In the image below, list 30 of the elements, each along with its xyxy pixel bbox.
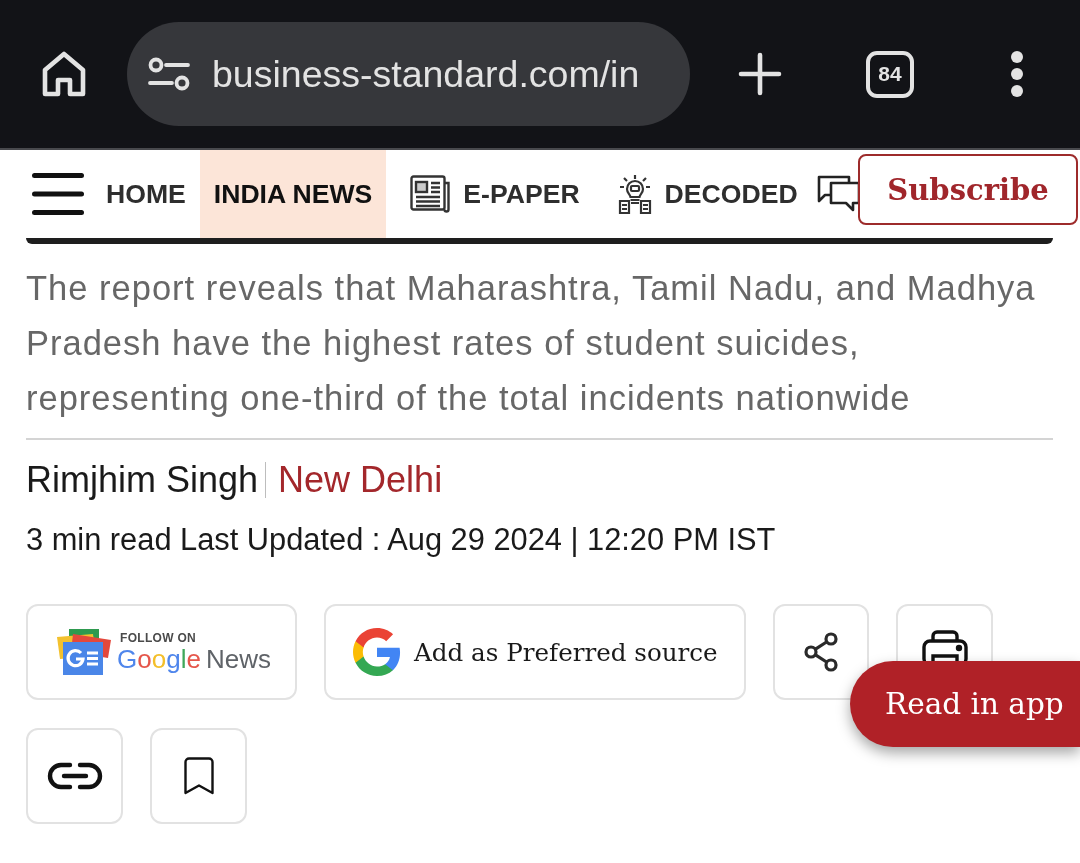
bookmark-icon (183, 757, 214, 795)
nav-tab[interactable]: DECODED (593, 150, 812, 238)
follow-news-button[interactable]: FOLLOW ON Google News (26, 604, 297, 700)
nav-tab[interactable]: E-PAPER (386, 150, 594, 238)
preferred-source-button[interactable]: Add as Preferred source (324, 604, 746, 700)
share-button[interactable] (773, 604, 869, 700)
colored-g-icon (353, 628, 401, 676)
bookmark-button[interactable] (150, 728, 247, 824)
share-icon (804, 632, 838, 672)
kebab-menu-icon[interactable] (1010, 50, 1024, 98)
nav-tab[interactable]: INDIA NEWS (199, 150, 387, 238)
home-icon[interactable] (42, 51, 86, 97)
location-text: New Delhi (265, 462, 443, 498)
chat-bubbles-icon[interactable] (817, 175, 858, 213)
subscribe-button[interactable]: Subscribe (858, 154, 1078, 225)
newspaper-icon (410, 175, 451, 213)
menu-icon[interactable] (32, 173, 84, 215)
nav-tab[interactable]: HOME (92, 150, 200, 238)
author-name[interactable]: Rimjhim Singh (26, 460, 259, 500)
article-meta: 3 min read Last Updated : Aug 29 2024 | 12:20 PM IST (26, 522, 777, 558)
url-bar[interactable]: business-standard.com/in (127, 22, 690, 126)
article-summary: The report reveals that Maharashtra, Tamil Nadu, and Madhya Pradesh have the highest rates of student suicides, representing one-third of the total incidents nationwide (26, 268, 1037, 419)
plus-icon[interactable] (738, 52, 782, 96)
news-tile-icon (55, 629, 112, 675)
tab-count-button[interactable]: 84 (866, 50, 914, 98)
sliders-icon (148, 57, 190, 91)
read-in-app-toast[interactable]: Read in app (850, 661, 1080, 747)
link-icon (46, 762, 103, 790)
copy-link-button[interactable] (26, 728, 123, 824)
lightbulb-icon (617, 174, 652, 214)
